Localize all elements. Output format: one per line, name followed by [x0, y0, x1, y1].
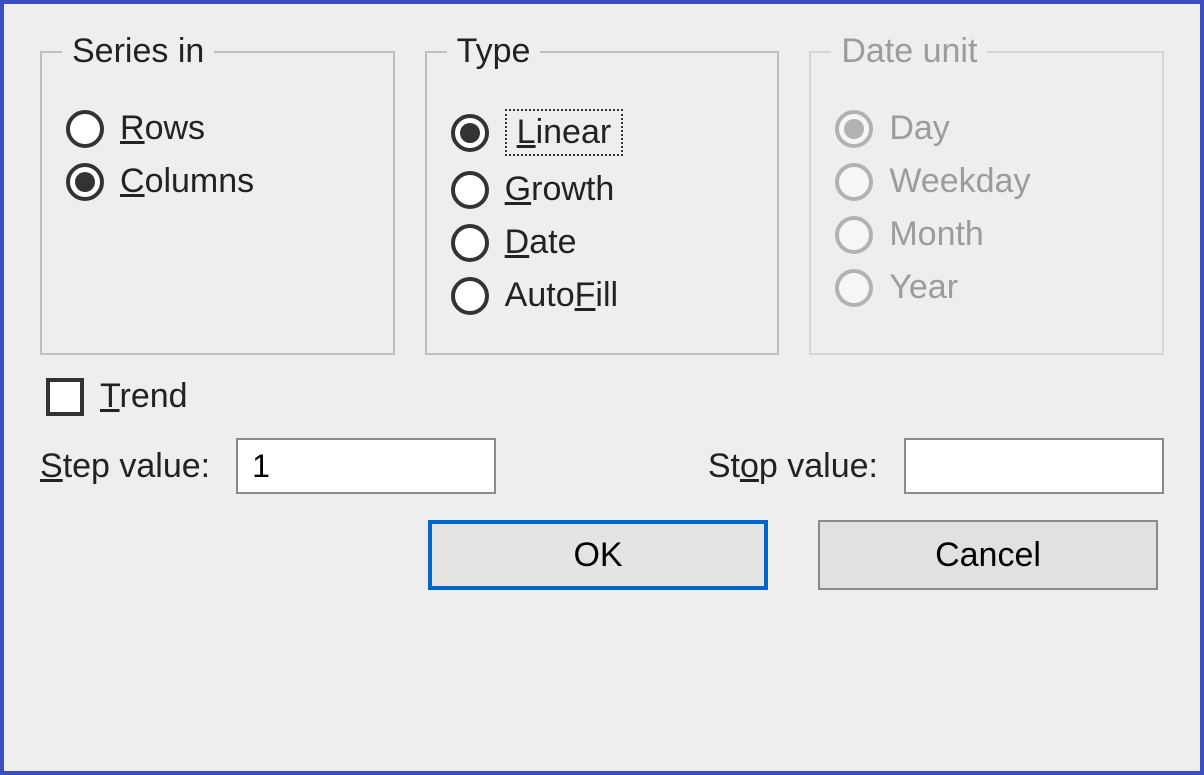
radio-date[interactable]: Date	[451, 223, 754, 262]
radio-rows-label: Rows	[120, 109, 205, 148]
radio-day-label: Day	[889, 109, 949, 148]
group-date-unit: Date unit Day Weekday Month Year	[809, 32, 1164, 355]
radio-autofill-label: AutoFill	[505, 276, 618, 315]
radio-linear[interactable]: Linear	[451, 109, 754, 156]
group-series-in-legend: Series in	[62, 32, 214, 71]
group-date-unit-legend: Date unit	[831, 32, 987, 71]
radio-columns-label: Columns	[120, 162, 254, 201]
radio-date-label: Date	[505, 223, 577, 262]
cancel-button[interactable]: Cancel	[818, 520, 1158, 590]
radio-columns-indicator	[66, 163, 104, 201]
buttons-row: OK Cancel	[40, 520, 1164, 590]
radio-weekday-label: Weekday	[889, 162, 1030, 201]
radio-year: Year	[835, 268, 1138, 307]
ok-button[interactable]: OK	[428, 520, 768, 590]
radio-autofill[interactable]: AutoFill	[451, 276, 754, 315]
radio-day: Day	[835, 109, 1138, 148]
radio-weekday: Weekday	[835, 162, 1138, 201]
radio-month: Month	[835, 215, 1138, 254]
radio-autofill-indicator	[451, 277, 489, 315]
checkbox-trend[interactable]: Trend	[46, 377, 1164, 416]
radio-day-indicator	[835, 110, 873, 148]
radio-rows[interactable]: Rows	[66, 109, 369, 148]
checkbox-trend-label: Trend	[100, 377, 188, 416]
stop-value-input[interactable]	[904, 438, 1164, 494]
group-type-legend: Type	[447, 32, 541, 71]
group-type: Type Linear Growth Date AutoFill	[425, 32, 780, 355]
radio-month-indicator	[835, 216, 873, 254]
series-dialog: Series in Rows Columns Type Linear Growt…	[0, 0, 1204, 775]
radio-year-label: Year	[889, 268, 958, 307]
radio-growth[interactable]: Growth	[451, 170, 754, 209]
radio-linear-label: Linear	[505, 109, 624, 156]
step-value-input[interactable]	[236, 438, 496, 494]
radio-date-indicator	[451, 224, 489, 262]
groups-row: Series in Rows Columns Type Linear Growt…	[40, 32, 1164, 355]
stop-value-label: Stop value:	[708, 447, 878, 486]
radio-columns[interactable]: Columns	[66, 162, 369, 201]
radio-year-indicator	[835, 269, 873, 307]
radio-growth-indicator	[451, 171, 489, 209]
checkbox-trend-box	[46, 378, 84, 416]
radio-month-label: Month	[889, 215, 984, 254]
radio-weekday-indicator	[835, 163, 873, 201]
group-series-in: Series in Rows Columns	[40, 32, 395, 355]
values-row: Step value: Stop value:	[40, 438, 1164, 494]
step-value-label: Step value:	[40, 447, 210, 486]
radio-rows-indicator	[66, 110, 104, 148]
radio-linear-indicator	[451, 114, 489, 152]
radio-growth-label: Growth	[505, 170, 615, 209]
